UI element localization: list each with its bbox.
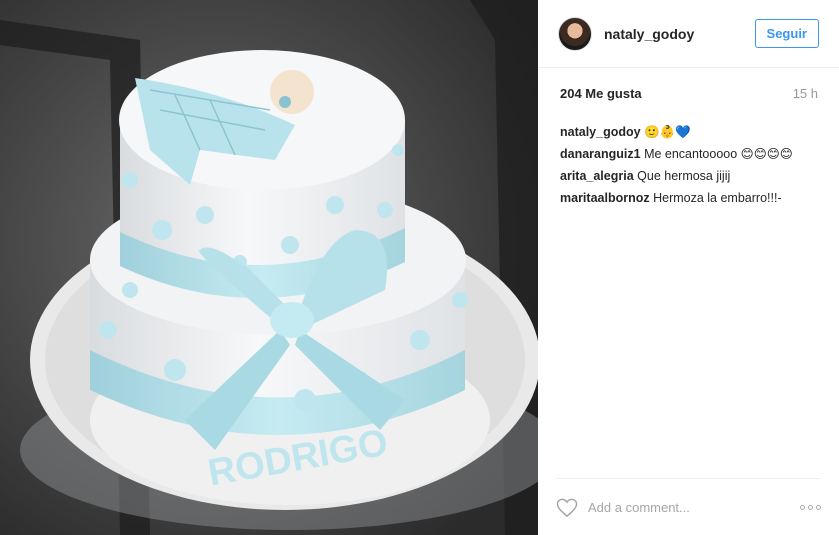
comment-item: maritaalbornoz Hermoza la embarro!!!- [560, 187, 830, 209]
post-stats: 204 Me gusta 15 h [560, 86, 818, 101]
comment-text: Que hermosa jijij [637, 169, 731, 183]
comments-list: nataly_godoy 🙂👶💙 danaranguiz1 Me encanto… [560, 121, 830, 209]
username-link[interactable]: nataly_godoy [604, 26, 755, 42]
comment-item: danaranguiz1 Me encantooooo 😊😊😊😊 [560, 143, 830, 165]
post-photo[interactable]: RODRIGO [0, 0, 538, 535]
avatar[interactable] [558, 16, 592, 51]
post-header: nataly_godoy Seguir [538, 0, 839, 68]
comment-item: nataly_godoy 🙂👶💙 [560, 121, 830, 143]
likes-count[interactable]: 204 Me gusta [560, 86, 642, 101]
comment-item: arita_alegria Que hermosa jijij [560, 165, 830, 187]
comment-username[interactable]: maritaalbornoz [560, 191, 650, 205]
comment-text: Me encantooooo 😊😊😊😊 [644, 147, 793, 161]
comment-text: 🙂👶💙 [644, 125, 691, 139]
cake-photo-illustration: RODRIGO [0, 0, 538, 535]
post-sidebar: nataly_godoy Seguir 204 Me gusta 15 h na… [538, 0, 839, 535]
comment-text: Hermoza la embarro!!!- [653, 191, 782, 205]
comment-username[interactable]: danaranguiz1 [560, 147, 641, 161]
more-options-icon[interactable] [800, 505, 821, 510]
post-timestamp[interactable]: 15 h [793, 86, 818, 101]
comment-username[interactable]: arita_alegria [560, 169, 634, 183]
comment-username[interactable]: nataly_godoy [560, 125, 641, 139]
post-footer [556, 478, 821, 535]
follow-button[interactable]: Seguir [754, 19, 819, 48]
comment-input[interactable] [588, 500, 778, 515]
heart-icon[interactable] [556, 498, 578, 518]
